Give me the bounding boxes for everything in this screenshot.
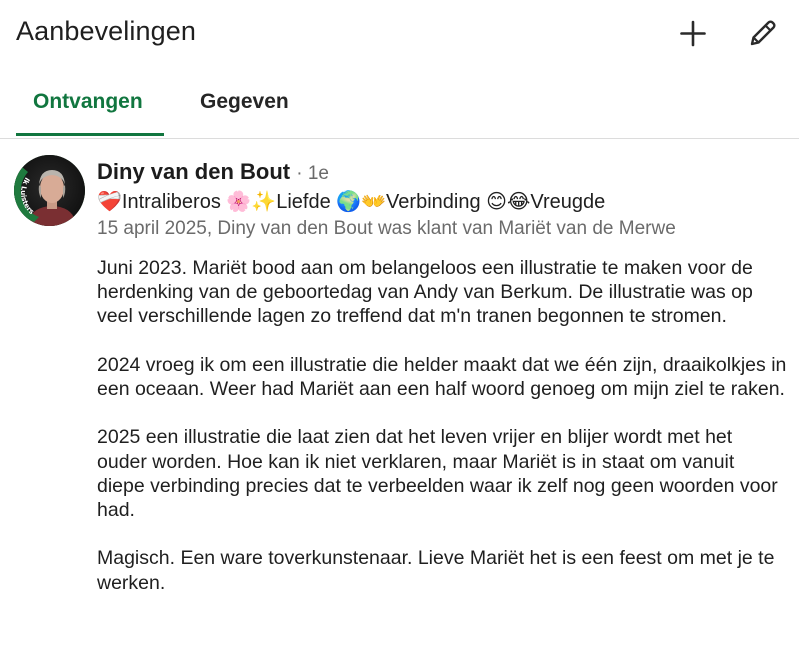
name-line: Diny van den Bout · 1e — [97, 158, 787, 188]
tab-bar: Ontvangen Gegeven — [0, 78, 799, 139]
recommendation-paragraph: Juni 2023. Mariët bood aan om belangeloo… — [97, 257, 753, 328]
profile-photo: Ik Luisters — [14, 155, 85, 226]
page-title: Aanbevelingen — [16, 16, 196, 46]
plus-icon — [680, 20, 706, 47]
tab-gegeven[interactable]: Gegeven — [200, 90, 289, 114]
recommendation-paragraph: 2024 vroeg ik om een illustratie die hel… — [97, 353, 787, 400]
recommender-name[interactable]: Diny van den Bout — [97, 159, 290, 184]
active-tab-indicator — [16, 133, 164, 136]
page-header: Aanbevelingen — [0, 0, 799, 70]
recommendation-paragraph: 2025 een illustratie die laat zien dat h… — [97, 426, 778, 521]
recommendation-paragraph: Magisch. Een ware toverkunstenaar. Lieve… — [97, 547, 775, 594]
tab-ontvangen[interactable]: Ontvangen — [33, 90, 143, 114]
avatar[interactable]: Ik Luisters — [14, 155, 85, 226]
recommendation-header: Diny van den Bout · 1e ❤️‍🩹Intraliberos … — [97, 158, 787, 242]
pencil-icon — [750, 20, 776, 46]
connection-degree: · 1e — [296, 163, 329, 184]
recommender-headline: ❤️‍🩹Intraliberos 🌸✨Liefde 🌍👐Verbinding 😊… — [97, 191, 606, 213]
edit-button[interactable] — [743, 14, 781, 52]
recommendation-meta: 15 april 2025, Diny van den Bout was kla… — [97, 218, 676, 239]
add-recommendation-button[interactable] — [674, 14, 712, 52]
recommendation-text: Juni 2023. Mariët bood aan om belangeloo… — [97, 256, 787, 619]
